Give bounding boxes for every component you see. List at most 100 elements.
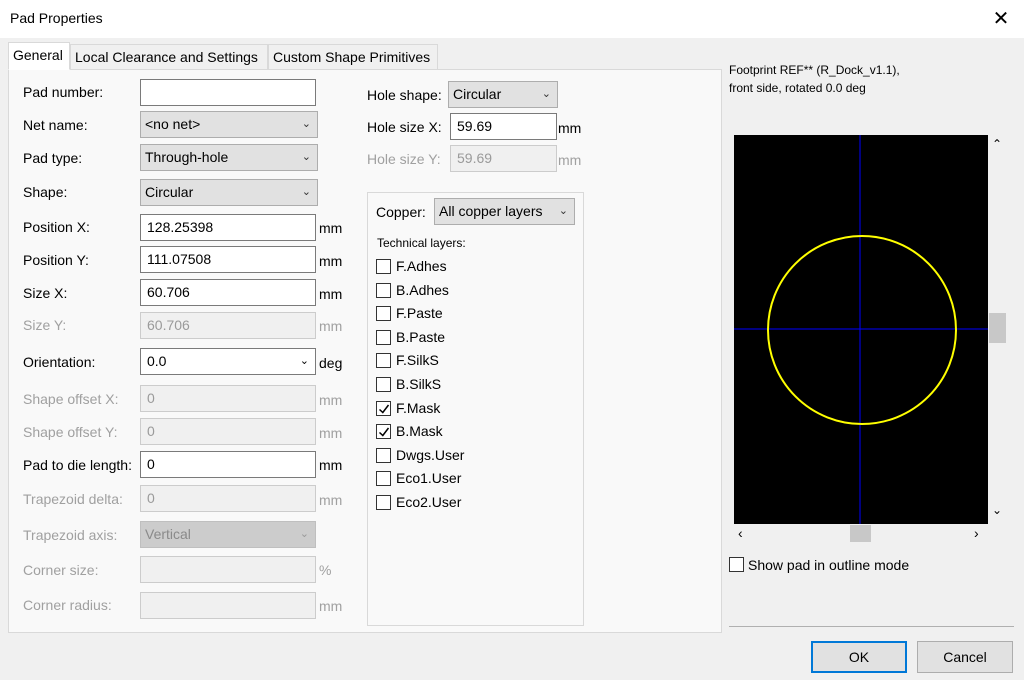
size-x-input[interactable]: 60.706: [140, 279, 316, 306]
cancel-button[interactable]: Cancel: [917, 641, 1013, 673]
shape-label: Shape:: [23, 184, 68, 200]
hole-shape-select[interactable]: Circular ⌄: [448, 81, 558, 108]
layer-checkbox-eco1-user[interactable]: [376, 471, 391, 486]
checkmark-icon: [378, 427, 390, 437]
size-y-input: 60.706: [140, 312, 316, 339]
close-button[interactable]: ✕: [978, 0, 1024, 38]
layer-checkbox-f-paste[interactable]: [376, 306, 391, 321]
orientation-value: 0.0: [147, 353, 167, 369]
pad-preview-canvas[interactable]: [734, 135, 988, 524]
outline-mode-label: Show pad in outline mode: [748, 557, 910, 573]
trapezoid-axis-select: Vertical ⌄: [140, 521, 316, 548]
chevron-down-icon: ⌄: [301, 186, 311, 198]
hole-size-x-label: Hole size X:: [367, 119, 442, 135]
layer-checkbox-f-mask[interactable]: [376, 401, 391, 416]
net-name-select[interactable]: <no net> ⌄: [140, 111, 318, 138]
layer-checkbox-f-adhes[interactable]: [376, 259, 391, 274]
chevron-down-icon[interactable]: ⌄: [300, 349, 309, 374]
vertical-scroll-thumb[interactable]: [989, 313, 1006, 343]
chevron-down-icon: ⌄: [541, 88, 551, 100]
title-bar: Pad Properties ✕: [0, 0, 1024, 38]
corner-size-label: Corner size:: [23, 562, 99, 578]
pad-to-die-label: Pad to die length:: [23, 457, 132, 473]
scroll-left-icon[interactable]: ‹: [738, 525, 743, 541]
layer-label: B.Adhes: [396, 282, 449, 298]
layer-checkbox-eco2-user[interactable]: [376, 495, 391, 510]
hole-size-y-unit: mm: [558, 152, 582, 168]
hole-shape-label: Hole shape:: [367, 87, 442, 103]
layer-checkbox-b-mask[interactable]: [376, 424, 391, 439]
outline-mode-checkbox[interactable]: [729, 557, 744, 572]
general-panel: [8, 69, 722, 633]
pad-type-value: Through-hole: [145, 149, 229, 165]
tab-general[interactable]: General: [8, 42, 70, 70]
layer-checkbox-b-silks[interactable]: [376, 377, 391, 392]
size-y-label: Size Y:: [23, 317, 67, 333]
layer-label: F.SilkS: [396, 352, 439, 368]
horizontal-scroll-thumb[interactable]: [850, 525, 871, 542]
shape-offset-y-input: 0: [140, 418, 316, 445]
separator: [729, 626, 1014, 627]
layer-label: F.Paste: [396, 305, 443, 321]
shape-offset-x-input: 0: [140, 385, 316, 412]
net-name-label: Net name:: [23, 117, 88, 133]
layer-label: F.Mask: [396, 400, 441, 416]
pad-type-label: Pad type:: [23, 150, 83, 166]
chevron-down-icon: ⌄: [301, 151, 311, 163]
position-x-input[interactable]: 128.25398: [140, 214, 316, 241]
hole-size-x-unit: mm: [558, 120, 582, 136]
layer-label: Eco1.User: [396, 470, 462, 486]
shape-offset-x-unit: mm: [319, 392, 343, 408]
preview-vertical-scrollbar[interactable]: ⌃ ⌄: [989, 135, 1006, 524]
pad-number-label: Pad number:: [23, 84, 104, 100]
layer-checkbox-dwgs-user[interactable]: [376, 448, 391, 463]
preview-horizontal-scrollbar[interactable]: ‹ ›: [734, 524, 988, 542]
shape-offset-x-label: Shape offset X:: [23, 391, 119, 407]
corner-size-input: [140, 556, 316, 583]
pad-preview-svg: [734, 135, 988, 524]
scroll-up-icon[interactable]: ⌃: [992, 137, 1002, 151]
copper-label: Copper:: [376, 204, 426, 220]
layer-label: F.Adhes: [396, 258, 447, 274]
trapezoid-delta-input: 0: [140, 485, 316, 512]
hole-size-x-input[interactable]: 59.69: [450, 113, 557, 140]
pad-to-die-input[interactable]: 0: [140, 451, 316, 478]
shape-offset-y-unit: mm: [319, 425, 343, 441]
hole-size-y-input: 59.69: [450, 145, 557, 172]
layer-label: Eco2.User: [396, 494, 462, 510]
pad-type-select[interactable]: Through-hole ⌄: [140, 144, 318, 171]
layer-label: Dwgs.User: [396, 447, 465, 463]
orientation-combo[interactable]: 0.0 ⌄: [140, 348, 316, 375]
shape-offset-y-label: Shape offset Y:: [23, 424, 118, 440]
copper-select[interactable]: All copper layers ⌄: [434, 198, 575, 225]
position-x-label: Position X:: [23, 219, 90, 235]
hole-shape-value: Circular: [453, 86, 502, 102]
scroll-down-icon[interactable]: ⌄: [992, 503, 1002, 517]
ok-button[interactable]: OK: [811, 641, 907, 673]
tab-local-clearance[interactable]: Local Clearance and Settings: [70, 44, 268, 70]
orientation-label: Orientation:: [23, 354, 96, 370]
corner-radius-unit: mm: [319, 598, 343, 614]
tab-custom-shape-primitives[interactable]: Custom Shape Primitives: [268, 44, 438, 70]
shape-select[interactable]: Circular ⌄: [140, 179, 318, 206]
layer-checkbox-b-paste[interactable]: [376, 330, 391, 345]
checkmark-icon: [378, 404, 390, 414]
size-x-unit: mm: [319, 286, 343, 302]
pad-outline-circle: [767, 235, 957, 425]
layer-label: B.SilkS: [396, 376, 442, 392]
pad-number-input[interactable]: [140, 79, 316, 106]
scroll-right-icon[interactable]: ›: [974, 525, 979, 541]
layer-checkbox-b-adhes[interactable]: [376, 283, 391, 298]
layer-checkbox-f-silks[interactable]: [376, 353, 391, 368]
preview-caption-line2: front side, rotated 0.0 deg: [729, 81, 866, 95]
net-name-value: <no net>: [145, 116, 201, 132]
layer-label: B.Mask: [396, 423, 443, 439]
trapezoid-delta-unit: mm: [319, 492, 343, 508]
preview-caption-line1: Footprint REF** (R_Dock_v1.1),: [729, 63, 900, 77]
trapezoid-axis-label: Trapezoid axis:: [23, 527, 118, 543]
size-y-unit: mm: [319, 318, 343, 334]
position-y-input[interactable]: 111.07508: [140, 246, 316, 273]
pad-to-die-unit: mm: [319, 457, 343, 473]
size-x-label: Size X:: [23, 285, 68, 301]
corner-radius-input: [140, 592, 316, 619]
